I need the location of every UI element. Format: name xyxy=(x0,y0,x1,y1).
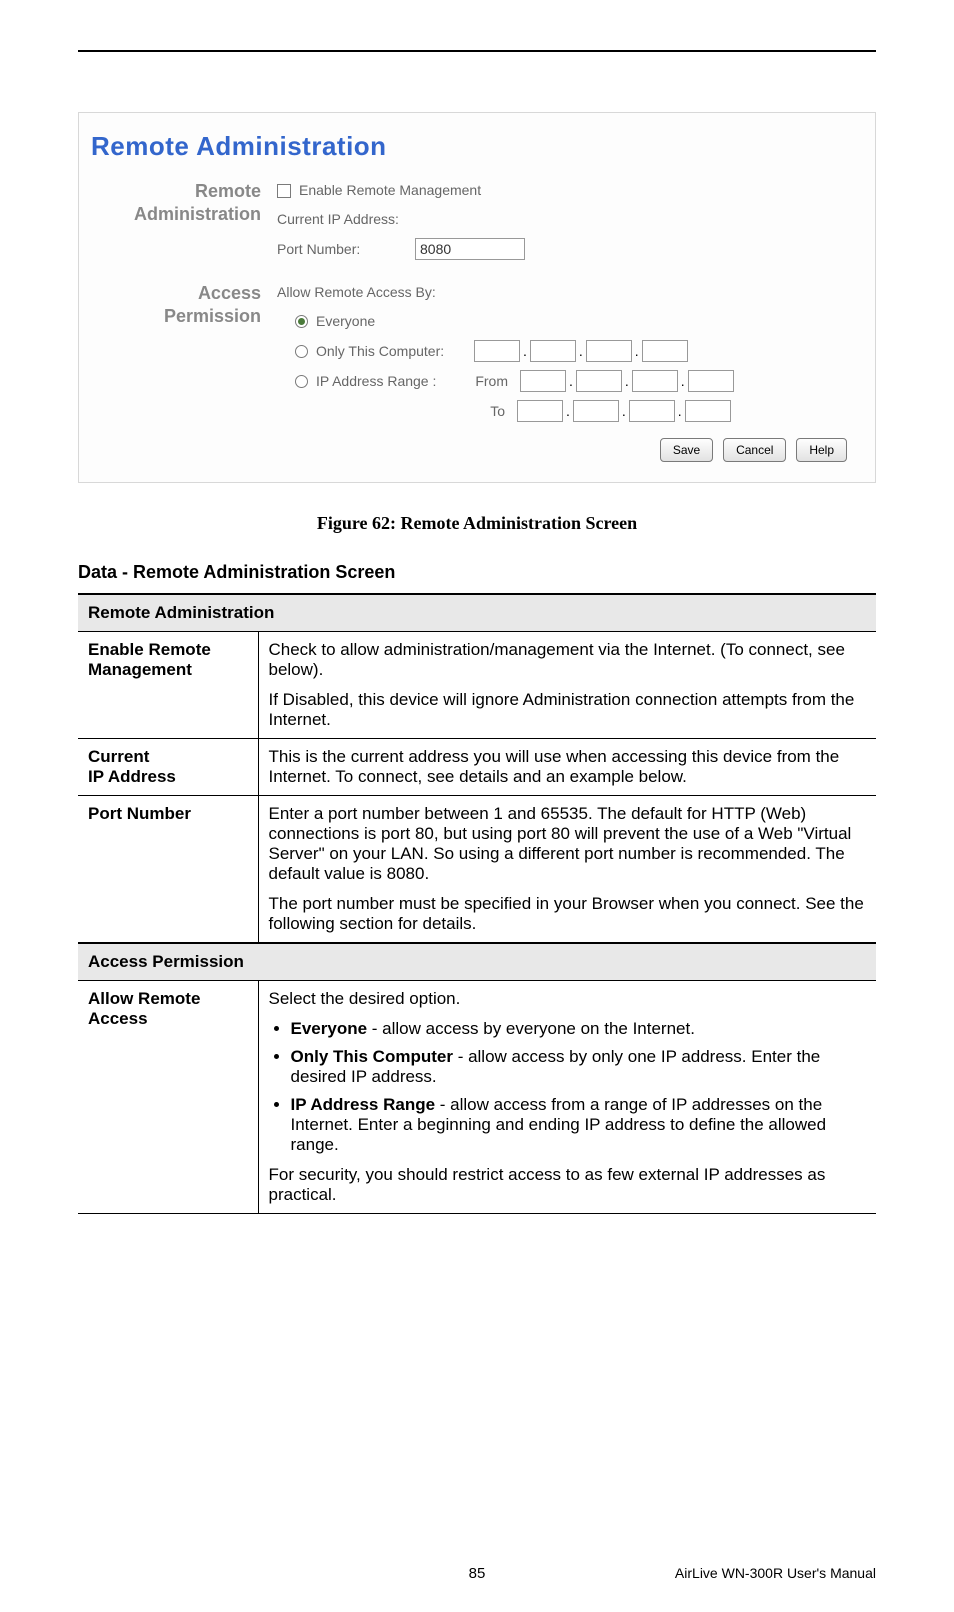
page-footer: 85 AirLive WN-300R User's Manual xyxy=(78,1565,876,1582)
save-button[interactable]: Save xyxy=(660,438,713,462)
doc-title: AirLive WN-300R User's Manual xyxy=(610,1565,876,1581)
allow-remote-access-label: Allow Remote Access By: xyxy=(277,282,855,303)
only-ip-group: . . . xyxy=(474,340,688,362)
row-allow-desc: Select the desired option. Everyone - al… xyxy=(258,981,876,1214)
from-label: From xyxy=(464,371,508,392)
section-access-permission-label: Access Permission xyxy=(87,282,267,462)
radio-everyone[interactable] xyxy=(295,315,308,328)
top-rule xyxy=(78,50,876,52)
from-ip-group: . . . xyxy=(520,370,734,392)
row-port-desc: Enter a port number between 1 and 65535.… xyxy=(258,796,876,944)
row-allow-label: Allow Remote Access xyxy=(78,981,258,1214)
to-ip-oct3[interactable] xyxy=(629,400,675,422)
port-number-input[interactable] xyxy=(415,238,525,260)
enable-remote-label: Enable Remote Management xyxy=(299,180,481,201)
from-ip-oct1[interactable] xyxy=(520,370,566,392)
page-number: 85 xyxy=(344,1565,610,1582)
to-ip-oct4[interactable] xyxy=(685,400,731,422)
radio-only-label: Only This Computer: xyxy=(316,341,466,362)
data-table: Remote Administration Enable Remote Mana… xyxy=(78,593,876,1214)
help-button[interactable]: Help xyxy=(796,438,847,462)
to-label: To xyxy=(461,401,505,422)
only-ip-oct1[interactable] xyxy=(474,340,520,362)
data-heading: Data - Remote Administration Screen xyxy=(78,562,876,583)
row-currentip-label: Current IP Address xyxy=(78,739,258,796)
table-section-access-permission: Access Permission xyxy=(78,943,876,981)
radio-only-this-computer[interactable] xyxy=(295,345,308,358)
to-ip-group: . . . xyxy=(517,400,731,422)
section-remote-admin-label: Remote Administration xyxy=(87,180,267,268)
radio-range-label: IP Address Range : xyxy=(316,371,456,392)
cancel-button[interactable]: Cancel xyxy=(723,438,786,462)
figure-caption: Figure 62: Remote Administration Screen xyxy=(78,513,876,534)
only-ip-oct4[interactable] xyxy=(642,340,688,362)
only-ip-oct3[interactable] xyxy=(586,340,632,362)
from-ip-oct2[interactable] xyxy=(576,370,622,392)
to-ip-oct2[interactable] xyxy=(573,400,619,422)
only-ip-oct2[interactable] xyxy=(530,340,576,362)
port-number-label: Port Number: xyxy=(277,239,407,260)
to-ip-oct1[interactable] xyxy=(517,400,563,422)
row-currentip-desc: This is the current address you will use… xyxy=(258,739,876,796)
enable-remote-checkbox[interactable] xyxy=(277,184,291,198)
from-ip-oct4[interactable] xyxy=(688,370,734,392)
radio-ip-range[interactable] xyxy=(295,375,308,388)
row-port-label: Port Number xyxy=(78,796,258,944)
current-ip-label: Current IP Address: xyxy=(277,209,399,230)
table-section-remote-admin: Remote Administration xyxy=(78,594,876,632)
radio-everyone-label: Everyone xyxy=(316,311,375,332)
screenshot-title: Remote Administration xyxy=(91,131,855,162)
row-enable-desc: Check to allow administration/management… xyxy=(258,632,876,739)
row-enable-label: Enable Remote Management xyxy=(78,632,258,739)
from-ip-oct3[interactable] xyxy=(632,370,678,392)
remote-admin-screenshot: Remote Administration Remote Administrat… xyxy=(78,112,876,483)
